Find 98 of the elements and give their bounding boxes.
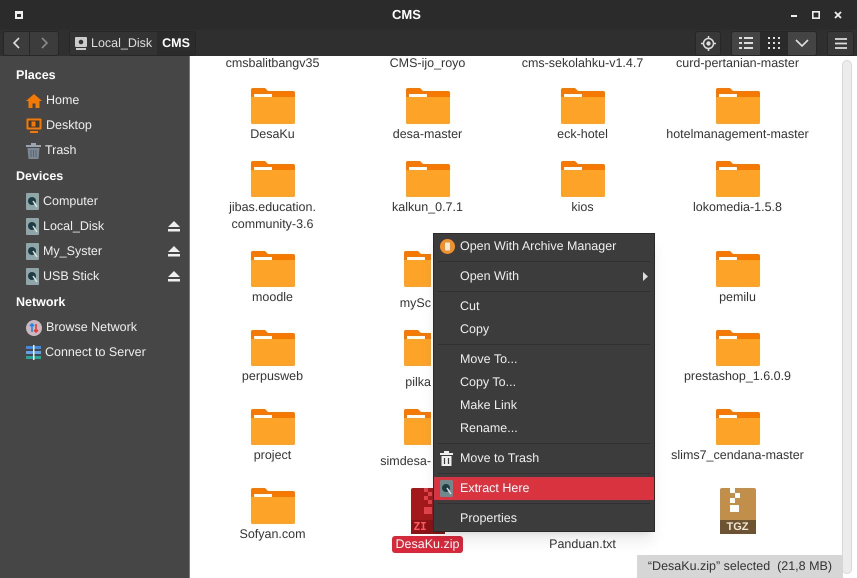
menu-item[interactable]: Move To... — [434, 348, 654, 371]
sidebar-item[interactable]: Local_Disk — [0, 214, 189, 239]
home-icon — [26, 92, 42, 108]
folder-icon — [250, 161, 294, 197]
sidebar-heading: Network — [15, 294, 66, 311]
eject-icon[interactable] — [168, 271, 180, 282]
drive-icon — [26, 268, 39, 285]
sidebar-item[interactable]: USB Stick — [0, 264, 189, 289]
menu-item[interactable]: Extract Here — [434, 477, 654, 500]
file-label[interactable]: kios — [567, 199, 598, 216]
trash-icon — [440, 451, 453, 466]
folder-icon — [250, 88, 294, 124]
menu-item[interactable]: Copy To... — [434, 371, 654, 394]
file-label[interactable]: jibas.education. community-3.6 — [196, 199, 350, 233]
menu-item[interactable]: Cut — [434, 295, 654, 318]
monitor-icon — [26, 118, 42, 134]
view-mode-button[interactable] — [760, 32, 788, 54]
file-label[interactable]: lokomedia-1.5.8 — [689, 199, 786, 216]
file-label[interactable]: prestashop_1.6.0.9 — [680, 368, 796, 385]
file-label[interactable]: cms-sekolahku-v1.4.7 — [505, 56, 660, 70]
status-bar: “DesaKu.zip” selected (21,8 MB) — [636, 555, 843, 578]
folder-icon — [716, 251, 760, 287]
file-label[interactable]: slims7_cendana-master — [667, 447, 808, 464]
eject-icon[interactable] — [168, 221, 180, 232]
sidebar-item[interactable]: Computer — [0, 189, 189, 214]
file-label[interactable]: project — [250, 447, 296, 464]
file-label: mySc — [400, 295, 431, 312]
file-label[interactable]: curd-pertanian-master — [660, 56, 815, 70]
file-label[interactable]: Sofyan.com — [235, 526, 310, 543]
file-label[interactable]: DesaKu — [246, 126, 299, 143]
file-label[interactable]: eck-hotel — [553, 126, 612, 143]
sidebar-item[interactable]: Trash — [0, 138, 189, 163]
sidebar-heading: Devices — [15, 168, 64, 185]
folder-icon — [560, 88, 604, 124]
menu-item[interactable]: Make Link — [434, 394, 654, 417]
file-label[interactable]: desa-master — [388, 126, 466, 143]
folder-icon — [716, 161, 760, 197]
view-mode-button[interactable] — [788, 32, 816, 54]
chevron-down-icon — [795, 39, 809, 47]
file-label[interactable]: kalkun_0.7.1 — [388, 199, 467, 216]
file-label[interactable]: DesaKu.zip — [392, 536, 464, 553]
file-label[interactable]: pemilu — [715, 289, 760, 306]
sidebar-item[interactable]: Home — [0, 88, 189, 113]
sidebar-item[interactable]: Browse Network — [0, 315, 189, 340]
folder-icon — [560, 161, 604, 197]
menu-item[interactable]: Open With Archive Manager — [434, 235, 654, 258]
folder-icon — [716, 88, 760, 124]
breadcrumb[interactable]: Local_Disk — [70, 32, 158, 54]
sidebar-item[interactable]: Connect to Server — [0, 340, 189, 365]
locate-button[interactable] — [695, 30, 721, 56]
file-label: pilka — [405, 374, 431, 391]
menu-item[interactable]: Open With — [434, 265, 654, 288]
trash-icon — [26, 142, 41, 158]
folder-icon — [250, 488, 294, 524]
drive-icon — [440, 480, 453, 497]
file-label[interactable]: perpusweb — [238, 368, 308, 385]
drive-icon — [26, 193, 39, 210]
sidebar-heading: Places — [15, 67, 57, 84]
folder-icon — [406, 88, 450, 124]
drive-icon — [26, 218, 39, 235]
chevron-left-icon — [13, 37, 20, 49]
menu-item[interactable]: Copy — [434, 318, 654, 341]
scrollbar[interactable] — [842, 60, 852, 574]
drive-icon — [26, 243, 39, 260]
window-title: CMS — [391, 6, 422, 24]
list-view-icon — [739, 37, 753, 49]
chevron-right-icon — [40, 37, 48, 49]
breadcrumb[interactable]: CMS — [157, 32, 195, 54]
folder-icon — [250, 330, 294, 366]
menu-item[interactable]: Rename... — [434, 417, 654, 440]
view-mode-button[interactable] — [732, 32, 760, 54]
network-icon — [26, 320, 42, 336]
drive-icon — [75, 36, 87, 50]
menu-item[interactable]: Move to Trash — [434, 447, 654, 470]
file-label[interactable]: cmsbalitbangv35 — [195, 56, 350, 70]
menu-icon — [834, 38, 846, 48]
folder-icon — [250, 409, 294, 445]
menu-button[interactable] — [827, 30, 854, 56]
archive-icon — [440, 239, 455, 254]
file-label[interactable]: Panduan.txt — [545, 536, 620, 553]
file-label[interactable]: hotelmanagement-master — [662, 126, 813, 143]
server-icon — [26, 345, 41, 360]
close-icon[interactable] — [834, 11, 842, 19]
folder-icon — [250, 251, 294, 287]
folder-icon — [406, 161, 450, 197]
file-label[interactable]: CMS-ijo_royo — [350, 56, 505, 70]
sidebar-item[interactable]: Desktop — [0, 113, 189, 138]
sidebar-item[interactable]: My_Syster — [0, 239, 189, 264]
crosshair-icon — [700, 36, 716, 50]
folder-icon — [716, 409, 760, 445]
file-label[interactable]: moodle — [248, 289, 297, 306]
maximize-icon[interactable] — [812, 11, 820, 19]
file-label: simdesa- — [380, 453, 431, 470]
grid-view-icon — [768, 37, 780, 49]
eject-icon[interactable] — [168, 246, 180, 257]
archive-file-icon: TGZ — [720, 488, 756, 534]
window-menu-icon[interactable] — [15, 11, 23, 19]
folder-icon — [716, 330, 760, 366]
